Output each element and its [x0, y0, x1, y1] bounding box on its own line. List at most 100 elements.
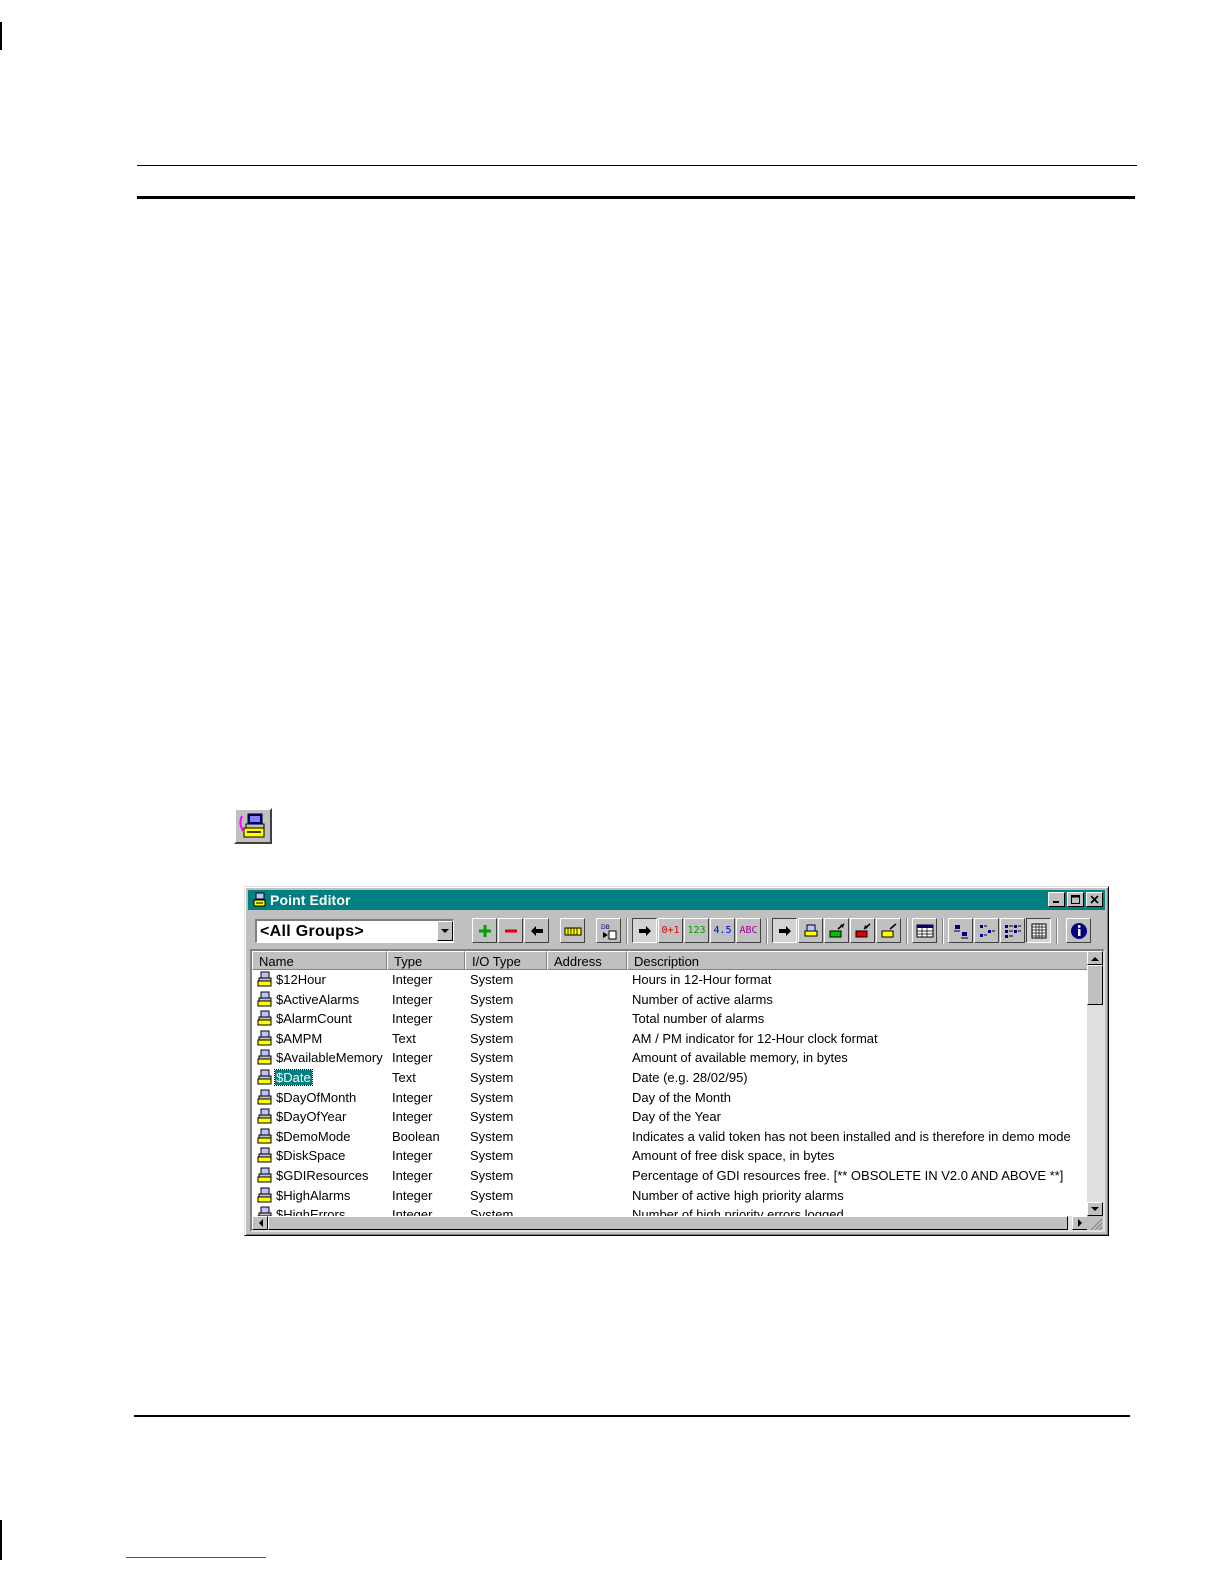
- memory-button[interactable]: [560, 918, 585, 943]
- column-header-type[interactable]: Type: [387, 951, 465, 970]
- list-icon: [1004, 924, 1021, 938]
- point-name: $ActiveAlarms: [276, 991, 360, 1007]
- vertical-scrollbar[interactable]: [1087, 951, 1103, 1216]
- point-io-type: System: [470, 991, 514, 1007]
- filter-integer-button[interactable]: 123: [684, 918, 709, 943]
- small-icons-button[interactable]: [974, 918, 999, 943]
- filter-input-button[interactable]: [824, 918, 849, 943]
- table-row[interactable]: $DemoMode Boolean System Indicates a valid …: [252, 1127, 1088, 1147]
- vertical-scroll-thumb[interactable]: [1087, 965, 1103, 1005]
- point-type: Integer: [392, 972, 433, 987]
- spreadsheet-view-button[interactable]: [912, 918, 937, 943]
- arrow-right-icon: [1077, 1219, 1082, 1227]
- maximize-button[interactable]: [1067, 892, 1084, 907]
- filter-input-output-button[interactable]: [876, 918, 901, 943]
- minimize-button[interactable]: [1048, 892, 1065, 907]
- point-description: Day of the Year: [632, 1109, 721, 1125]
- column-header-address[interactable]: Address: [547, 951, 627, 970]
- filter-all-io-button[interactable]: [772, 918, 797, 943]
- point-icon: [256, 1069, 273, 1085]
- filter-text-label: ABC: [739, 925, 758, 936]
- add-point-button[interactable]: [472, 918, 497, 943]
- point-io-type: System: [470, 1148, 514, 1164]
- point-description: Indicates a valid token has not been ins…: [632, 1128, 1071, 1144]
- filter-real-label: 4.5: [713, 925, 732, 936]
- size-grip[interactable]: [1087, 1216, 1103, 1230]
- point-list[interactable]: Name Type I/O Type Address Description $…: [250, 949, 1105, 1232]
- table-row[interactable]: $AMPM Text System AM / PM indicator for 12-…: [252, 1029, 1088, 1049]
- filter-system-button[interactable]: [798, 918, 823, 943]
- title-bar[interactable]: Point Editor: [248, 890, 1105, 910]
- window-title: Point Editor: [270, 892, 351, 908]
- details-view-button[interactable]: [1026, 918, 1051, 943]
- table-row[interactable]: $HighErrors Integer System Number of high p…: [252, 1205, 1088, 1216]
- column-header-name[interactable]: Name: [252, 951, 387, 970]
- horizontal-scrollbar[interactable]: [252, 1216, 1088, 1230]
- point-icon: [256, 1108, 273, 1124]
- scroll-up-button[interactable]: [1087, 951, 1103, 965]
- point-type: Integer: [392, 991, 433, 1007]
- point-name: $DemoMode: [276, 1128, 351, 1144]
- group-select-dropdown-button[interactable]: [437, 921, 453, 941]
- info-button[interactable]: [1066, 918, 1091, 943]
- point-io-type: System: [470, 1128, 514, 1144]
- large-icons-button[interactable]: [948, 918, 973, 943]
- point-type: Integer: [392, 1109, 433, 1125]
- filter-all-types-button[interactable]: [632, 918, 657, 943]
- list-header: Name Type I/O Type Address Description: [252, 951, 1088, 970]
- point-description: Amount of available memory, in bytes: [632, 1050, 848, 1066]
- table-row[interactable]: $DiskSpace Integer System Amount of free di…: [252, 1146, 1088, 1166]
- scroll-right-button[interactable]: [1072, 1216, 1088, 1230]
- arrow-up-icon: [1091, 956, 1099, 961]
- database-import-icon: DB: [601, 924, 616, 939]
- column-header-io-type[interactable]: I/O Type: [465, 951, 547, 970]
- point-description: Number of high priority errors logged: [632, 1207, 844, 1216]
- table-row[interactable]: $AlarmCount Integer System Total number of …: [252, 1009, 1088, 1029]
- table-row[interactable]: $HighAlarms Integer System Number of active…: [252, 1186, 1088, 1206]
- toolbar-separator: [1056, 918, 1058, 944]
- table-row[interactable]: $DayOfYear Integer System Day of the Year: [252, 1107, 1088, 1127]
- close-button[interactable]: [1086, 892, 1103, 907]
- input-icon: [829, 922, 844, 937]
- chevron-down-icon: [441, 928, 449, 933]
- delete-point-button[interactable]: [498, 918, 523, 943]
- footer-rule: [134, 1415, 1130, 1417]
- filter-boolean-button[interactable]: 0+1: [658, 918, 683, 943]
- table-row[interactable]: $AvailableMemory Integer System Amount of a…: [252, 1048, 1088, 1068]
- group-select[interactable]: <All Groups>: [255, 919, 454, 943]
- point-io-type: System: [470, 1030, 514, 1046]
- point-icon: [256, 1030, 273, 1046]
- point-description: AM / PM indicator for 12-Hour clock form…: [632, 1030, 878, 1046]
- scroll-left-button[interactable]: [252, 1216, 268, 1230]
- minus-icon: [504, 929, 517, 932]
- point-description: Number of active alarms: [632, 991, 773, 1007]
- table-row[interactable]: $Date Text System Date (e.g. 28/02/95): [252, 1068, 1088, 1088]
- horizontal-scroll-thumb[interactable]: [268, 1216, 1068, 1230]
- toolbar: <All Groups> DB 0+1 123 4.5 ABC: [253, 918, 1100, 946]
- details-icon: [1031, 923, 1046, 938]
- toolbar-separator: [766, 918, 768, 944]
- point-description: Total number of alarms: [632, 1011, 765, 1027]
- back-button[interactable]: [524, 918, 549, 943]
- filter-real-button[interactable]: 4.5: [710, 918, 735, 943]
- arrow-right-icon: [638, 925, 651, 936]
- table-row[interactable]: $ActiveAlarms Integer System Number of acti…: [252, 990, 1088, 1010]
- table-row[interactable]: $GDIResources Integer System Percentage of …: [252, 1166, 1088, 1186]
- list-view-button[interactable]: [1000, 918, 1025, 943]
- database-import-button[interactable]: DB: [596, 918, 621, 943]
- close-icon: [1090, 895, 1099, 904]
- filter-text-button[interactable]: ABC: [736, 918, 761, 943]
- point-editor-title-icon: [253, 892, 266, 907]
- scroll-down-button[interactable]: [1087, 1202, 1103, 1216]
- column-header-description[interactable]: Description: [627, 951, 1088, 970]
- point-name: $HighAlarms: [276, 1187, 351, 1203]
- filter-output-button[interactable]: [850, 918, 875, 943]
- point-io-type: System: [470, 1187, 514, 1203]
- table-row[interactable]: $DayOfMonth Integer System Day of the Month: [252, 1088, 1088, 1108]
- table-row[interactable]: $12Hour Integer System Hours in 12-Hour for…: [252, 970, 1088, 990]
- list-rows: $12Hour Integer System Hours in 12-Hour for…: [252, 970, 1088, 1216]
- size-grip-icon: [1090, 1218, 1103, 1230]
- point-icon: [256, 1089, 273, 1105]
- point-description: Number of active high priority alarms: [632, 1187, 844, 1203]
- memory-icon: [564, 927, 581, 935]
